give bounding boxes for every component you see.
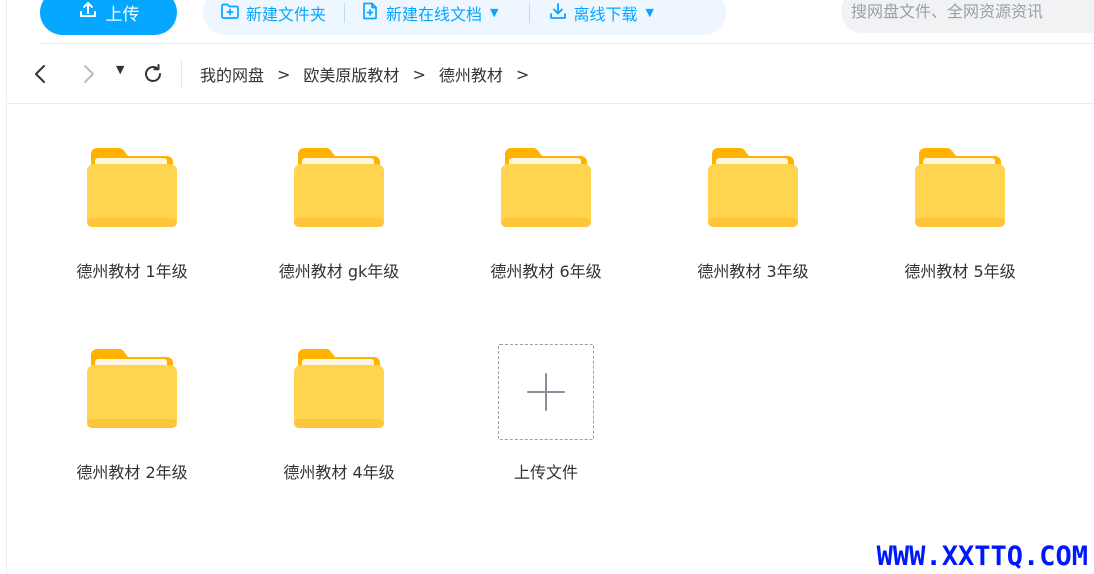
action-group: 新建文件夹 新建在线文档 ▼ 离线下载 ▼ <box>203 0 726 35</box>
folder-name: 德州教材 gk年级 <box>278 262 400 281</box>
upload-icon <box>78 0 98 25</box>
folder-name: 德州教材 1年级 <box>76 262 188 281</box>
arrow-left-icon <box>35 65 45 83</box>
folder-icon <box>87 148 177 228</box>
new-folder-label: 新建文件夹 <box>246 4 327 24</box>
folder-icon <box>501 148 591 228</box>
new-online-doc-label: 新建在线文档 <box>386 4 483 24</box>
chevron-down-icon: ▼ <box>490 6 499 19</box>
watermark: WWW.XXTTQ.COM <box>876 541 1088 572</box>
breadcrumb-item-textbooks[interactable]: 欧美原版教材 <box>303 62 399 86</box>
download-icon <box>548 1 568 25</box>
history-dropdown-button[interactable]: ▼ <box>116 63 124 76</box>
arrow-right-icon <box>84 65 94 83</box>
upload-file-label: 上传文件 <box>513 463 578 482</box>
toolbar-separator <box>528 2 530 23</box>
folder-name: 德州教材 4年级 <box>283 463 395 482</box>
chevron-down-icon: ▼ <box>116 63 125 76</box>
navigation-bar: ▼ 我的网盘 > 欧美原版教材 > 德州教材 > <box>0 44 1094 104</box>
folder-name: 德州教材 5年级 <box>904 262 1016 281</box>
nav-divider <box>7 103 1094 104</box>
breadcrumb-arrow-icon: > <box>515 64 530 84</box>
folder-icon <box>915 148 1005 228</box>
toolbar: 上传 新建文件夹 新建在线文档 ▼ 离线下载 ▼ 搜网盘文件、全网资源资讯 <box>0 0 1094 44</box>
breadcrumb-arrow-icon: > <box>412 64 426 84</box>
new-doc-icon <box>360 1 380 25</box>
folder-name: 德州教材 2年级 <box>76 463 188 482</box>
breadcrumb: 我的网盘 > 欧美原版教材 > 德州教材 > <box>200 44 542 104</box>
upload-button-label: 上传 <box>105 5 140 25</box>
folder-name: 德州教材 6年级 <box>490 262 602 281</box>
offline-download-button[interactable]: 离线下载 ▼ <box>548 0 654 35</box>
toolbar-separator <box>344 2 346 23</box>
upload-file-tile[interactable] <box>498 344 594 440</box>
offline-download-label: 离线下载 <box>573 4 638 24</box>
upload-button[interactable]: 上传 <box>40 0 177 35</box>
folder-icon <box>87 349 177 429</box>
nav-separator <box>181 61 182 87</box>
new-online-doc-button[interactable]: 新建在线文档 ▼ <box>360 0 499 35</box>
refresh-button[interactable] <box>141 62 165 86</box>
breadcrumb-arrow-icon: > <box>277 64 291 84</box>
new-folder-icon <box>220 1 240 25</box>
chevron-down-icon: ▼ <box>645 6 654 19</box>
new-folder-button[interactable]: 新建文件夹 <box>220 0 326 35</box>
plus-icon <box>527 373 565 411</box>
search-input[interactable] <box>841 0 1094 33</box>
folder-icon <box>294 349 384 429</box>
forward-button[interactable] <box>76 62 100 86</box>
back-button[interactable] <box>29 62 53 86</box>
folder-name: 德州教材 3年级 <box>697 262 809 281</box>
folder-icon <box>294 148 384 228</box>
breadcrumb-item-my-drive[interactable]: 我的网盘 <box>200 62 264 86</box>
folder-icon <box>708 148 798 228</box>
breadcrumb-item-current[interactable]: 德州教材 <box>439 62 503 86</box>
refresh-icon <box>145 64 161 82</box>
